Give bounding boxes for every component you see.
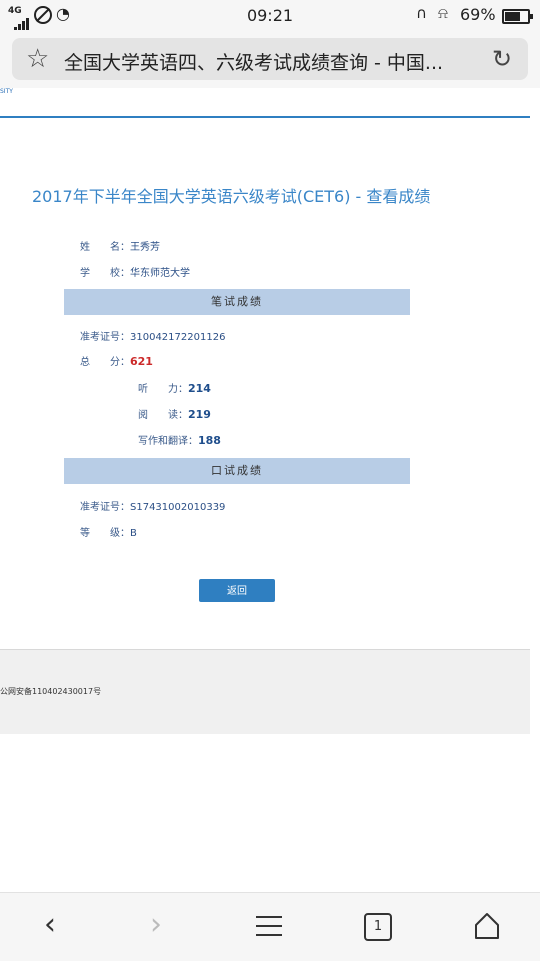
refresh-icon[interactable]: ↻ — [492, 46, 512, 72]
grade-row: 等 级：B — [80, 524, 137, 539]
address-bar[interactable]: ☆ 全国大学英语四、六级考试成绩查询 - 中国... ↻ — [12, 38, 528, 80]
total-row: 总 分：621 — [80, 353, 153, 368]
page-title-in-address-bar[interactable]: 全国大学英语四、六级考试成绩查询 - 中国... — [64, 48, 484, 75]
home-icon[interactable] — [472, 911, 502, 941]
reading-row: 阅 读：219 — [138, 406, 211, 421]
oral-ticket-row: 准考证号：S17431002010339 — [80, 498, 225, 513]
clock: 09:21 — [246, 6, 294, 25]
written-section-header: 笔试成绩 — [64, 289, 410, 315]
listening-label: 听 力： — [138, 384, 188, 395]
name-row: 姓 名：王秀芳 — [80, 238, 160, 253]
result-title: 2017年下半年全国大学英语六级考试(CET6) - 查看成绩 — [32, 187, 431, 206]
total-label: 总 分： — [80, 357, 130, 368]
reading-score: 219 — [188, 408, 211, 421]
header-fragment: SITY — [0, 88, 13, 95]
footer-license: 公网安备110402430017号 — [0, 687, 102, 696]
writing-score: 188 — [198, 434, 221, 447]
back-button[interactable]: 返回 — [199, 579, 275, 602]
oral-ticket-value: S17431002010339 — [130, 502, 226, 513]
grade-value: B — [130, 528, 137, 539]
header-divider — [0, 116, 530, 118]
browser-bottom-nav: ‹ › 1 — [0, 892, 540, 961]
school-row: 学 校：华东师范大学 — [80, 264, 190, 279]
grade-label: 等 级： — [80, 528, 130, 539]
status-bar: 4G ◔ 09:21 ∩ ⍾ 69% — [0, 0, 540, 31]
total-score: 621 — [130, 355, 153, 368]
writing-row: 写作和翻译：188 — [138, 432, 221, 447]
school-label: 学 校： — [80, 268, 130, 279]
ticket-value: 310042172201126 — [130, 332, 226, 343]
back-arrow-icon[interactable]: ‹ — [44, 907, 56, 943]
browser-toolbar: ☆ 全国大学英语四、六级考试成绩查询 - 中国... ↻ — [0, 30, 540, 88]
reading-label: 阅 读： — [138, 410, 188, 421]
forward-arrow-icon[interactable]: › — [150, 907, 162, 943]
oral-ticket-label: 准考证号： — [80, 502, 130, 513]
ticket-row: 准考证号：310042172201126 — [80, 328, 225, 343]
ticket-label: 准考证号： — [80, 332, 130, 343]
name-value: 王秀芳 — [130, 242, 160, 253]
menu-icon[interactable] — [256, 909, 282, 943]
listening-score: 214 — [188, 382, 211, 395]
mute-bell-icon: ⍾ — [438, 4, 448, 22]
name-label: 姓 名： — [80, 242, 130, 253]
school-value: 华东师范大学 — [130, 268, 190, 279]
battery-icon — [502, 9, 533, 24]
battery-percent: 69% — [460, 5, 496, 24]
bookmark-star-icon[interactable]: ☆ — [26, 44, 49, 74]
tabs-button[interactable]: 1 — [364, 913, 392, 941]
page-footer: 公网安备110402430017号 — [0, 649, 530, 734]
listening-row: 听 力：214 — [138, 380, 211, 395]
writing-label: 写作和翻译： — [138, 436, 198, 447]
oral-section-header: 口试成绩 — [64, 458, 410, 484]
headphone-icon: ∩ — [416, 4, 427, 22]
